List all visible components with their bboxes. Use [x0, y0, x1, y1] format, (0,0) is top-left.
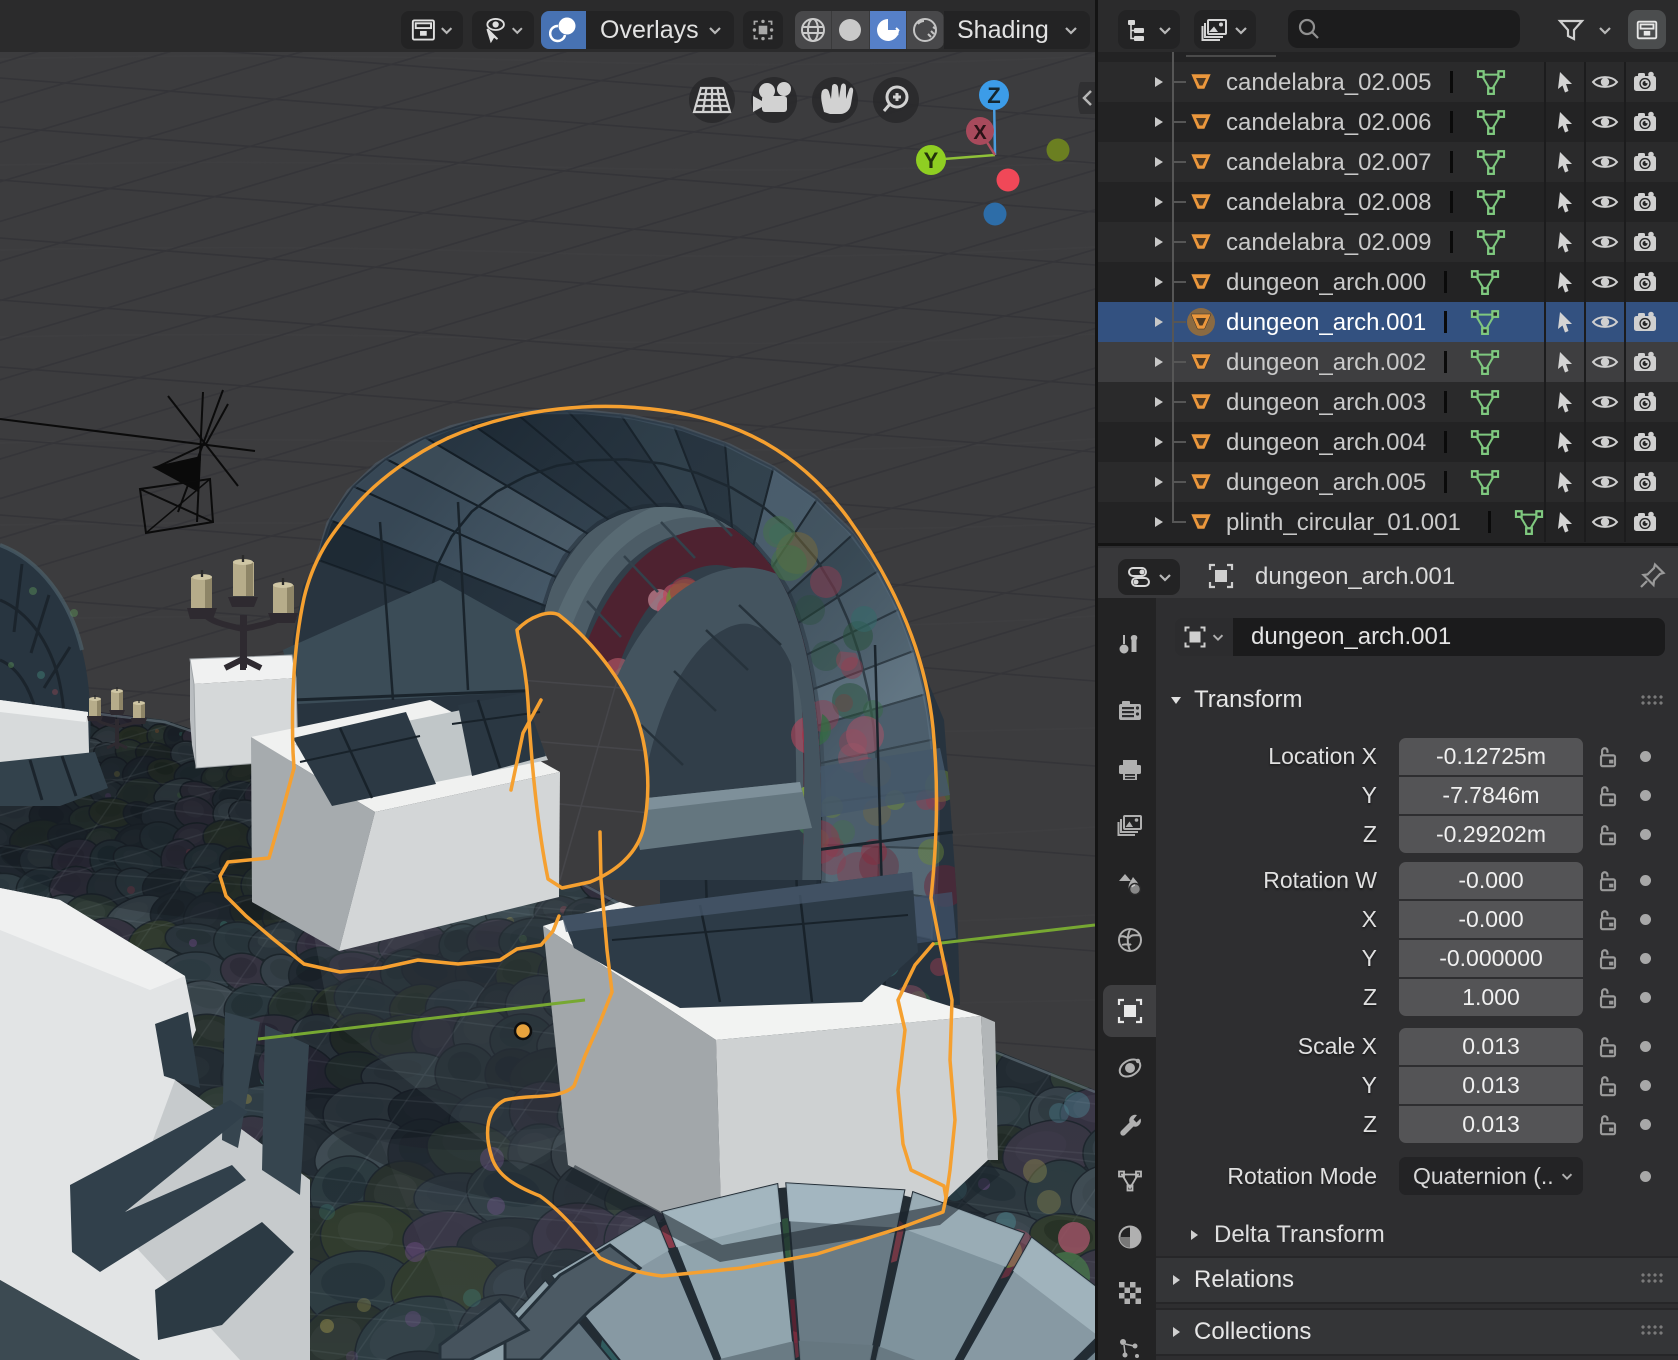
svg-text:Z: Z [987, 83, 1000, 108]
svg-text:Y: Y [924, 148, 939, 173]
svg-text:X: X [973, 122, 987, 144]
